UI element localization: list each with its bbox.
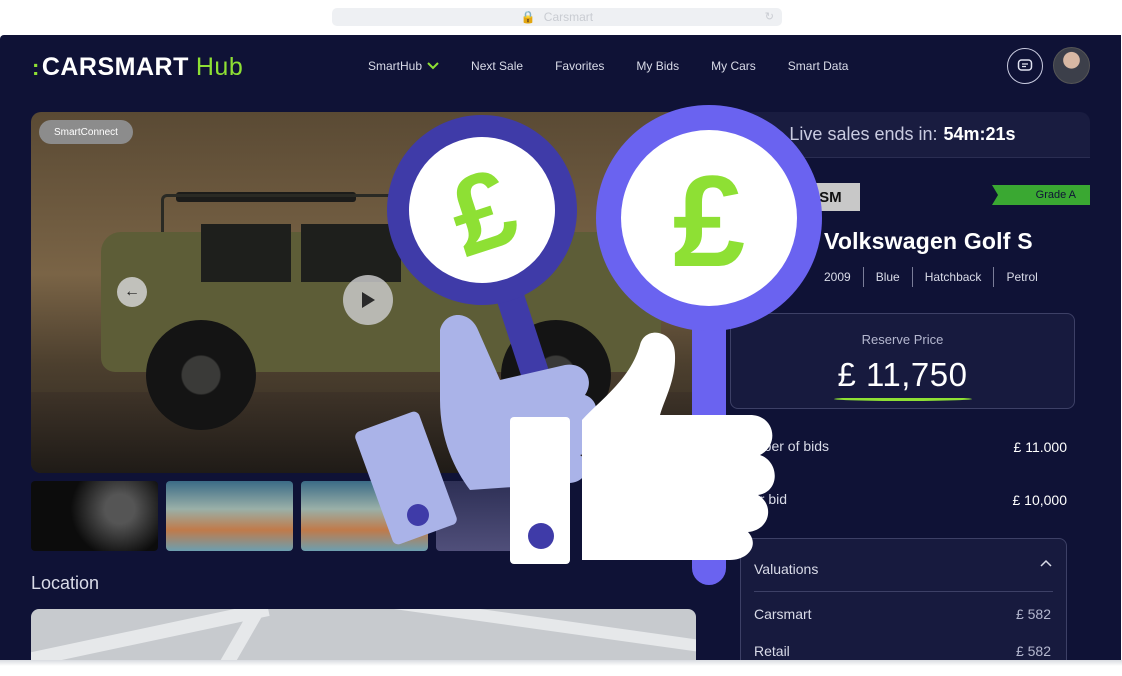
valuations-panel: Valuations Carsmart £ 582 Retail £ 582 xyxy=(740,538,1067,662)
nav-item-my-cars[interactable]: My Cars xyxy=(711,59,756,73)
nav-label: SmartHub xyxy=(368,59,423,73)
live-sale-countdown: Live sales ends in: 54m:21s xyxy=(715,112,1090,158)
countdown-timer: 54m:21s xyxy=(943,124,1016,144)
nav-item-smarthub[interactable]: SmartHub xyxy=(368,59,439,73)
valuations-title: Valuations xyxy=(754,561,819,577)
valuation-row: Carsmart £ 582 xyxy=(754,606,1051,622)
price-underline xyxy=(834,397,972,401)
smartconnect-tag[interactable]: SmartConnect xyxy=(39,120,133,144)
valuation-label: Carsmart xyxy=(754,606,812,622)
car-specs: 2009 Blue Hatchback Petrol xyxy=(824,267,1050,287)
csm-badge: CSM xyxy=(790,183,860,211)
car-window xyxy=(201,224,291,282)
messages-button[interactable] xyxy=(1007,48,1043,84)
thumbnail-strip xyxy=(31,481,563,551)
logo[interactable]: : CARSMART Hub xyxy=(32,53,243,82)
spec-year: 2009 xyxy=(824,270,851,284)
car-wheel xyxy=(146,320,256,430)
prev-image-button[interactable]: ← xyxy=(117,277,147,307)
map-road xyxy=(391,609,696,654)
valuation-value: £ 582 xyxy=(1015,643,1051,659)
address-bar[interactable]: 🔒 Carsmart ↻ xyxy=(332,8,782,26)
avatar[interactable] xyxy=(1053,47,1090,84)
valuation-value: £ 582 xyxy=(1015,606,1051,622)
lock-icon: 🔒 xyxy=(520,10,536,24)
nav-item-next-sale[interactable]: Next Sale xyxy=(471,59,523,73)
reserve-label: Reserve Price xyxy=(861,332,944,347)
play-video-button[interactable] xyxy=(343,275,393,325)
location-title: Location xyxy=(31,573,100,593)
window-shadow xyxy=(0,660,1122,666)
grade-badge: Grade A xyxy=(992,185,1090,205)
chevron-down-icon xyxy=(427,62,439,70)
nav-item-my-bids[interactable]: My Bids xyxy=(636,59,679,73)
location-map[interactable] xyxy=(31,609,696,662)
spec-fuel: Petrol xyxy=(993,267,1049,287)
thumbnail[interactable] xyxy=(301,481,428,551)
app-window: : CARSMART Hub SmartHub Next Sale Favori… xyxy=(0,35,1121,662)
chat-icon xyxy=(1017,59,1033,71)
thumbnail[interactable] xyxy=(31,481,158,551)
thumbnail[interactable] xyxy=(436,481,563,551)
live-label: Live sales ends in: xyxy=(789,124,938,144)
logo-main: CARSMART xyxy=(41,53,189,81)
hero-image: SmartConnect ← xyxy=(31,112,698,473)
play-icon xyxy=(362,292,375,308)
car-title: Volkswagen Golf S xyxy=(824,228,1033,254)
reserve-price: £ 11,750 xyxy=(837,356,968,393)
your-bid-value: £ 10,000 xyxy=(1012,492,1068,508)
nav-item-smart-data[interactable]: Smart Data xyxy=(788,59,849,73)
number-of-bids-value: £ 11.000 xyxy=(1013,439,1067,455)
logo-hub: Hub xyxy=(195,53,244,81)
main-nav: SmartHub Next Sale Favorites My Bids My … xyxy=(368,59,848,73)
reload-icon[interactable]: ↻ xyxy=(765,10,774,23)
reserve-price-card: Reserve Price £ 11,750 xyxy=(730,313,1075,409)
divider xyxy=(754,591,1053,592)
arrow-left-icon: ← xyxy=(124,283,140,300)
valuation-label: Retail xyxy=(754,643,790,659)
number-of-bids-label: mber of bids xyxy=(752,438,830,454)
car-window xyxy=(301,224,401,282)
nav-item-favorites[interactable]: Favorites xyxy=(555,59,604,73)
thumbnail[interactable] xyxy=(166,481,293,551)
logo-mark-icon: : xyxy=(32,54,40,80)
valuation-row: Retail £ 582 xyxy=(754,643,1051,659)
spec-body: Hatchback xyxy=(911,267,994,287)
spec-color: Blue xyxy=(862,267,912,287)
address-text: Carsmart xyxy=(543,10,594,24)
your-bid-label: ur bid xyxy=(752,491,788,507)
car-wheel xyxy=(501,320,611,430)
chevron-up-icon[interactable] xyxy=(1040,559,1052,567)
